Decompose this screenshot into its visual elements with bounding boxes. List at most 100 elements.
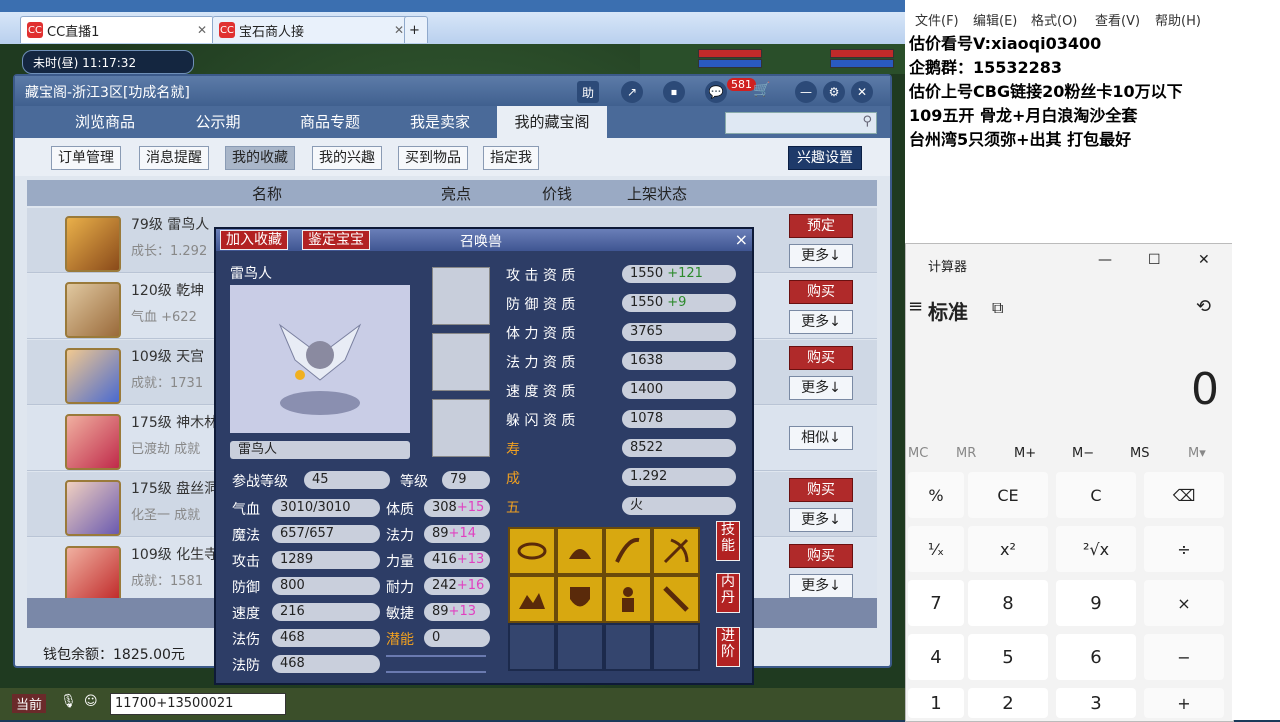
nav-my-cbg[interactable]: 我的藏宝阁 (497, 106, 607, 138)
buy-button[interactable]: 购买 (789, 544, 853, 568)
divide-button[interactable]: ÷ (1144, 526, 1224, 572)
digit-4-button[interactable]: 4 (908, 634, 964, 680)
notepad-line: 估价上号CBG链接20粉丝卡10万以下 (909, 82, 1183, 101)
equipment-slot-collar[interactable] (432, 267, 490, 325)
digit-5-button[interactable]: 5 (968, 634, 1048, 680)
tab-designated-me[interactable]: 指定我 (483, 146, 539, 170)
close-icon[interactable]: × (735, 230, 748, 249)
skill-mountain-icon[interactable] (508, 575, 556, 623)
close-icon[interactable]: ✕ (1198, 252, 1210, 268)
interest-settings-button[interactable]: 兴趣设置 (788, 146, 862, 170)
equipment-slot-necklace[interactable] (432, 333, 490, 391)
digit-3-button[interactable]: 3 (1056, 688, 1136, 718)
tab-message-alerts[interactable]: 消息提醒 (139, 146, 209, 170)
similar-button[interactable]: 相似↓ (789, 426, 853, 450)
minimize-icon[interactable]: — (1098, 252, 1112, 268)
menu-help[interactable]: 帮助(H) (1155, 10, 1201, 29)
tab-my-favorites[interactable]: 我的收藏 (225, 146, 295, 170)
digit-9-button[interactable]: 9 (1056, 580, 1136, 626)
digit-1-button[interactable]: 1 (908, 688, 964, 718)
menu-format[interactable]: 格式(O) (1031, 10, 1077, 29)
buy-button[interactable]: 购买 (789, 346, 853, 370)
stop-icon[interactable]: ⏹ (663, 81, 685, 103)
clear-entry-button[interactable]: CE (968, 472, 1048, 518)
tab-cc-live-1[interactable]: CC CC直播1 ✕ (20, 16, 214, 43)
share-icon[interactable]: ↗ (621, 81, 643, 103)
tab-my-interests[interactable]: 我的兴趣 (312, 146, 382, 170)
appraise-pet-button[interactable]: 鉴定宝宝 (302, 230, 370, 250)
nav-topics[interactable]: 商品专题 (275, 106, 385, 138)
chat-input[interactable]: 11700+13500021 (110, 693, 286, 715)
menu-edit[interactable]: 编辑(E) (973, 10, 1017, 29)
calculator-mode: 标准 (928, 300, 968, 324)
skill-bow-icon[interactable] (652, 527, 700, 575)
add-button[interactable]: + (1144, 688, 1224, 718)
skill-shield-icon[interactable] (556, 575, 604, 623)
nav-seller[interactable]: 我是卖家 (385, 106, 495, 138)
help-icon[interactable]: 助 (577, 81, 599, 103)
percent-button[interactable]: % (908, 472, 964, 518)
memory-add-button[interactable]: M+ (1014, 446, 1036, 461)
maximize-icon[interactable]: ☐ (1148, 252, 1161, 268)
buy-button[interactable]: 购买 (789, 478, 853, 502)
menu-file[interactable]: 文件(F) (915, 10, 959, 29)
stat-label: 速度 (232, 606, 260, 622)
cart-icon[interactable]: 🛒 (753, 82, 770, 98)
reciprocal-button[interactable]: ¹⁄ₓ (908, 526, 964, 572)
skill-eye-icon[interactable] (508, 527, 556, 575)
minimize-icon[interactable]: — (795, 81, 817, 103)
buy-button[interactable]: 购买 (789, 280, 853, 304)
skill-arc-icon[interactable] (604, 527, 652, 575)
more-button[interactable]: 更多↓ (789, 508, 853, 532)
close-icon[interactable]: ✕ (851, 81, 873, 103)
skill-sword-icon[interactable] (652, 575, 700, 623)
search-input[interactable]: ⚲ (725, 112, 877, 134)
multiply-button[interactable]: × (1144, 580, 1224, 626)
emoji-icon[interactable]: ☺ (84, 694, 98, 709)
chat-channel[interactable]: 当前 (12, 694, 47, 713)
menu-view[interactable]: 查看(V) (1095, 10, 1140, 29)
digit-2-button[interactable]: 2 (968, 688, 1048, 718)
equipment-slot-armor[interactable] (432, 399, 490, 457)
settings-gear-icon[interactable]: ⚙ (823, 81, 845, 103)
close-icon[interactable]: ✕ (197, 23, 207, 37)
nav-public-period[interactable]: 公示期 (163, 106, 273, 138)
message-icon[interactable]: 💬 (705, 81, 727, 103)
skill-figure-icon[interactable] (604, 575, 652, 623)
backspace-button[interactable]: ⌫ (1144, 472, 1224, 518)
more-button[interactable]: 更多↓ (789, 574, 853, 598)
subtract-button[interactable]: − (1144, 634, 1224, 680)
reserve-button[interactable]: 预定 (789, 214, 853, 238)
more-button[interactable]: 更多↓ (789, 310, 853, 334)
tab-order-management[interactable]: 订单管理 (51, 146, 121, 170)
digit-7-button[interactable]: 7 (908, 580, 964, 626)
keep-on-top-icon[interactable]: ⧉ (992, 298, 1003, 318)
microphone-icon[interactable]: 🎙 (60, 694, 77, 709)
memory-subtract-button[interactable]: M− (1072, 446, 1094, 461)
tab-gem-merchant[interactable]: CC 宝石商人接 ✕ (212, 16, 411, 43)
history-icon[interactable]: ⟲ (1196, 296, 1211, 317)
menu-hamburger-icon[interactable]: ≡ (908, 296, 923, 317)
digit-8-button[interactable]: 8 (968, 580, 1048, 626)
digit-6-button[interactable]: 6 (1056, 634, 1136, 680)
close-icon[interactable]: ✕ (394, 23, 404, 37)
tab-purchased-items[interactable]: 买到物品 (398, 146, 468, 170)
tab-advance[interactable]: 进阶 (716, 627, 740, 667)
search-icon[interactable]: ⚲ (862, 114, 872, 129)
clear-button[interactable]: C (1056, 472, 1136, 518)
square-root-button[interactable]: ²√x (1056, 526, 1136, 572)
skill-helmet-icon[interactable] (556, 527, 604, 575)
browser-tab-bar: CC CC直播1 ✕ CC 宝石商人接 ✕ + (0, 12, 905, 44)
element-value: 火 (622, 497, 736, 515)
tab-inner-pill[interactable]: 内丹 (716, 573, 740, 613)
nav-browse-goods[interactable]: 浏览商品 (50, 106, 160, 138)
add-to-favorites-button[interactable]: 加入收藏 (220, 230, 288, 250)
square-button[interactable]: x² (968, 526, 1048, 572)
new-tab-button[interactable]: + (404, 16, 428, 43)
more-button[interactable]: 更多↓ (789, 244, 853, 268)
potential-value: 0 (424, 629, 490, 647)
tab-skills[interactable]: 技能 (716, 521, 740, 561)
more-button[interactable]: 更多↓ (789, 376, 853, 400)
notepad-text-area[interactable]: 估价看号V:xiaoqi03400 企鹅群：15532283 估价上号CBG链接… (909, 32, 1279, 152)
memory-store-button[interactable]: MS (1130, 446, 1149, 461)
